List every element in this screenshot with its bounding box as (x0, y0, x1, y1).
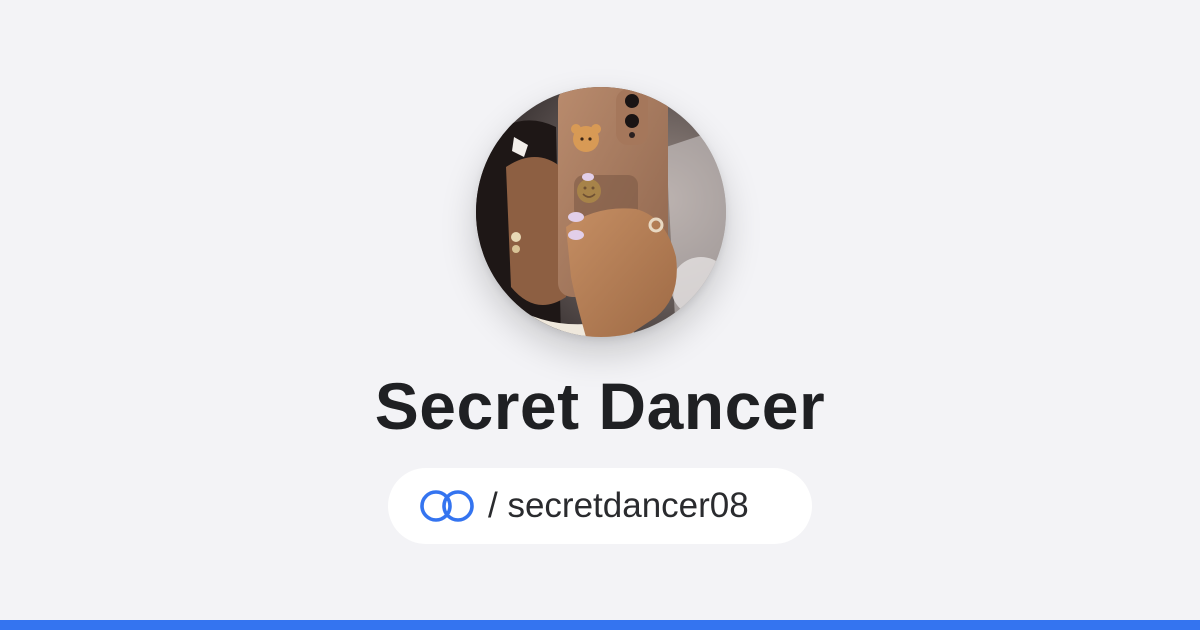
linked-rings-icon (420, 490, 474, 522)
handle-text: / secretdancer08 (488, 486, 749, 526)
avatar (476, 87, 726, 337)
handle-pill[interactable]: / secretdancer08 (388, 468, 812, 544)
display-name: Secret Dancer (374, 369, 826, 443)
handle-separator: / (488, 486, 508, 525)
profile-photo-image (476, 87, 726, 337)
accent-bar (0, 620, 1200, 630)
profile-card: Secret Dancer / secretdancer08 (0, 0, 1200, 620)
username: secretdancer08 (507, 486, 749, 525)
